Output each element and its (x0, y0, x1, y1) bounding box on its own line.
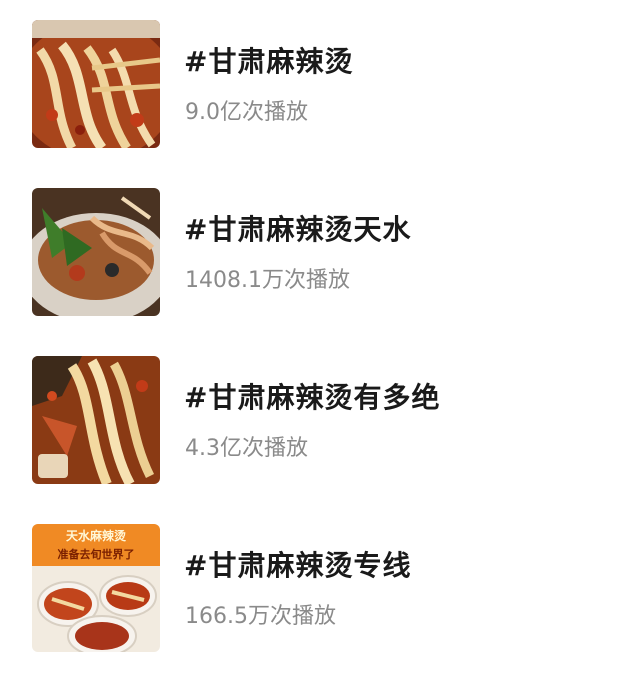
topic-thumbnail[interactable] (32, 356, 160, 484)
topic-item[interactable]: #甘肃麻辣烫 9.0亿次播放 (0, 20, 640, 150)
takeout-bowls-image: 天水麻辣烫 准备去旬世界了 (32, 524, 160, 652)
topic-title[interactable]: #甘肃麻辣烫 (184, 40, 353, 80)
topic-title[interactable]: #甘肃麻辣烫有多绝 (184, 376, 440, 416)
topic-item[interactable]: #甘肃麻辣烫天水 1408.1万次播放 (0, 188, 640, 318)
topic-list: #甘肃麻辣烫 9.0亿次播放 #甘肃麻辣烫天水 1408.1万次播放 #甘肃麻辣… (0, 0, 640, 675)
topic-item[interactable]: 天水麻辣烫 准备去旬世界了 #甘肃麻辣烫专线 166.5万次播放 (0, 524, 640, 654)
play-count: 4.3亿次播放 (185, 436, 308, 461)
thumbnail-caption: 准备去旬世界了 (58, 547, 135, 561)
spicy-noodles-image (32, 356, 160, 484)
stir-fry-image (32, 188, 160, 316)
topic-title[interactable]: #甘肃麻辣烫天水 (184, 208, 411, 248)
topic-thumbnail[interactable]: 天水麻辣烫 准备去旬世界了 (32, 524, 160, 652)
topic-title[interactable]: #甘肃麻辣烫专线 (184, 544, 411, 584)
play-count: 166.5万次播放 (185, 604, 336, 629)
play-count: 9.0亿次播放 (185, 100, 308, 125)
play-count: 1408.1万次播放 (185, 268, 350, 293)
thumbnail-caption: 天水麻辣烫 (66, 528, 127, 543)
noodle-bowl-image (32, 20, 160, 148)
topic-thumbnail[interactable] (32, 20, 160, 148)
topic-item[interactable]: #甘肃麻辣烫有多绝 4.3亿次播放 (0, 356, 640, 486)
topic-thumbnail[interactable] (32, 188, 160, 316)
